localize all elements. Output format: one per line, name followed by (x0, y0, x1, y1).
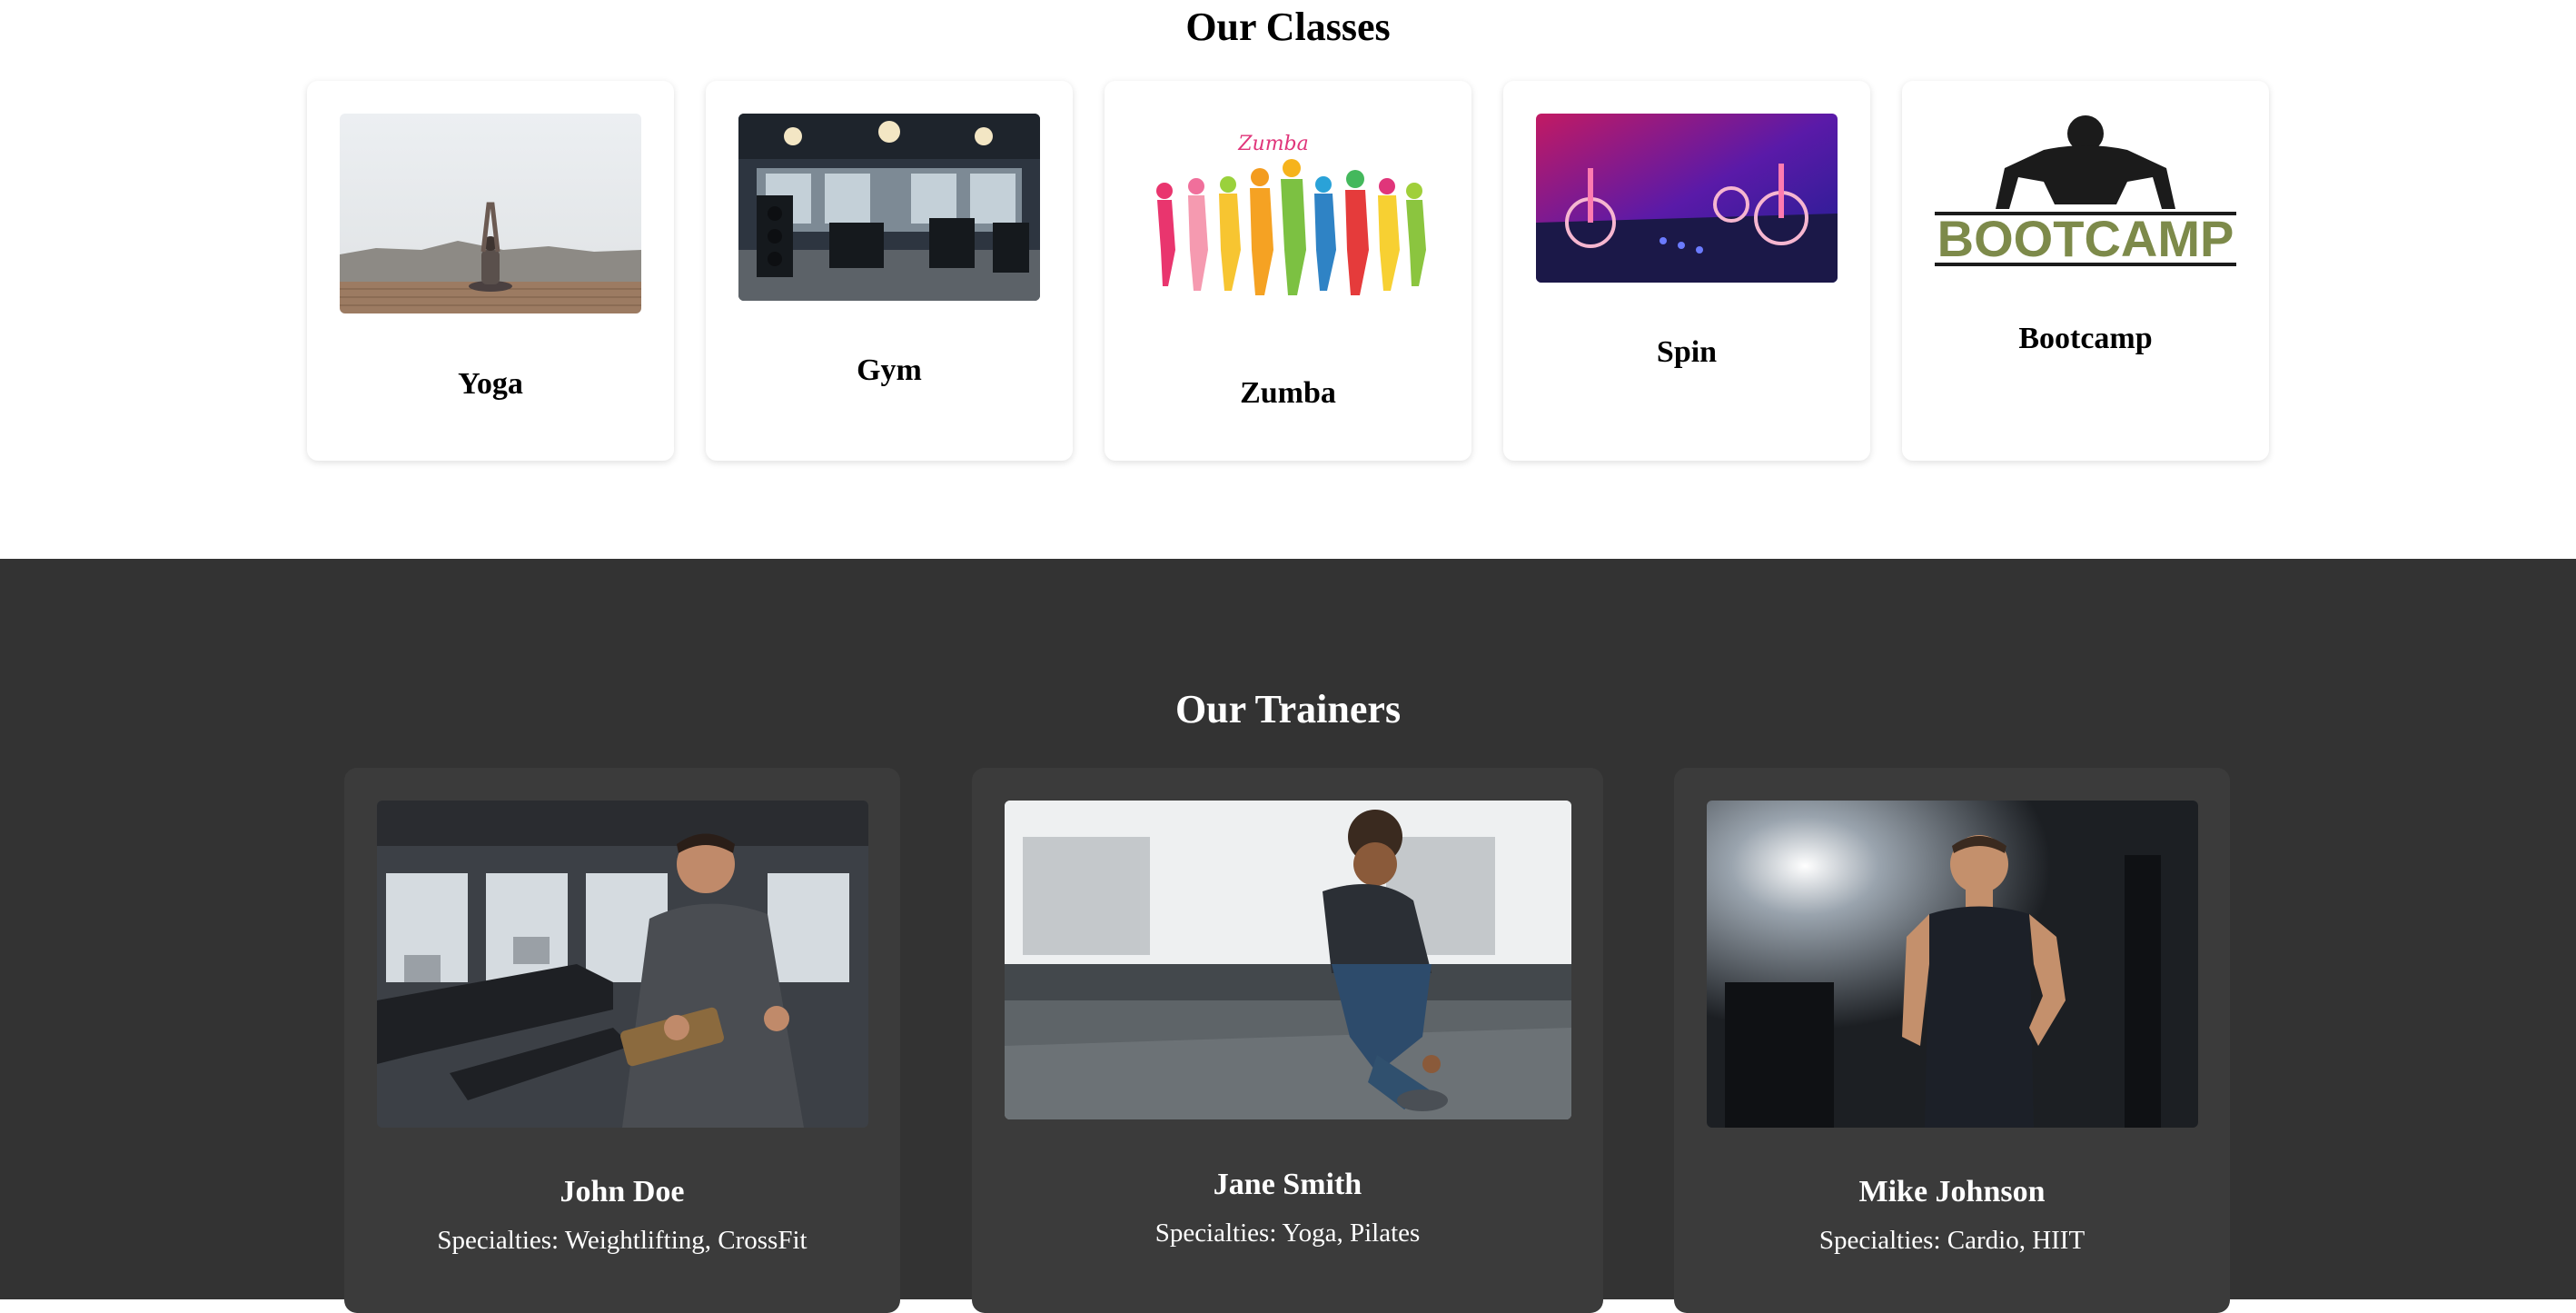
john-doe-photo (377, 801, 868, 1128)
jane-smith-photo (1005, 801, 1571, 1119)
classes-section: Our Classes Yoga Gym Zumba Zumba Spin BO… (0, 0, 2576, 559)
gym-image (738, 114, 1040, 301)
trainer-name: Jane Smith (1213, 1168, 1362, 1201)
class-name: Spin (1656, 335, 1718, 369)
svg-text:BOOTCAMP: BOOTCAMP (1937, 210, 2234, 267)
classes-title: Our Classes (1185, 5, 1391, 49)
trainer-card-john-doe[interactable]: John Doe Specialties: Weightlifting, Cro… (344, 768, 900, 1313)
bootcamp-image: BOOTCAMP (1935, 114, 2236, 270)
trainer-card-mike-johnson[interactable]: Mike Johnson Specialties: Cardio, HIIT (1674, 768, 2230, 1313)
zumba-image: Zumba (1137, 114, 1439, 332)
class-name: Zumba (1240, 376, 1336, 410)
class-card-bootcamp[interactable]: BOOTCAMP Bootcamp (1902, 81, 2269, 461)
spin-image (1536, 114, 1838, 283)
class-card-zumba[interactable]: Zumba Zumba (1105, 81, 1471, 461)
trainer-specialties: Specialties: Yoga, Pilates (1154, 1219, 1421, 1248)
yoga-image (340, 114, 641, 313)
class-name: Gym (857, 353, 922, 387)
trainer-specialties: Specialties: Weightlifting, CrossFit (437, 1226, 807, 1255)
class-card-spin[interactable]: Spin (1503, 81, 1870, 461)
class-card-gym[interactable]: Gym (706, 81, 1073, 461)
trainers-title: Our Trainers (1174, 687, 1402, 731)
mike-johnson-photo (1707, 801, 2198, 1128)
class-name: Yoga (458, 367, 523, 401)
trainers-section: Our Trainers John Doe Specialties: Weigh… (0, 559, 2576, 1313)
trainer-name: John Doe (560, 1175, 685, 1209)
trainer-card-jane-smith[interactable]: Jane Smith Specialties: Yoga, Pilates (972, 768, 1603, 1313)
class-name: Bootcamp (2018, 322, 2153, 355)
class-card-yoga[interactable]: Yoga (307, 81, 674, 461)
trainer-specialties: Specialties: Cardio, HIIT (1818, 1226, 2086, 1255)
trainer-name: Mike Johnson (1858, 1175, 2046, 1209)
svg-text:Zumba: Zumba (1237, 133, 1309, 155)
